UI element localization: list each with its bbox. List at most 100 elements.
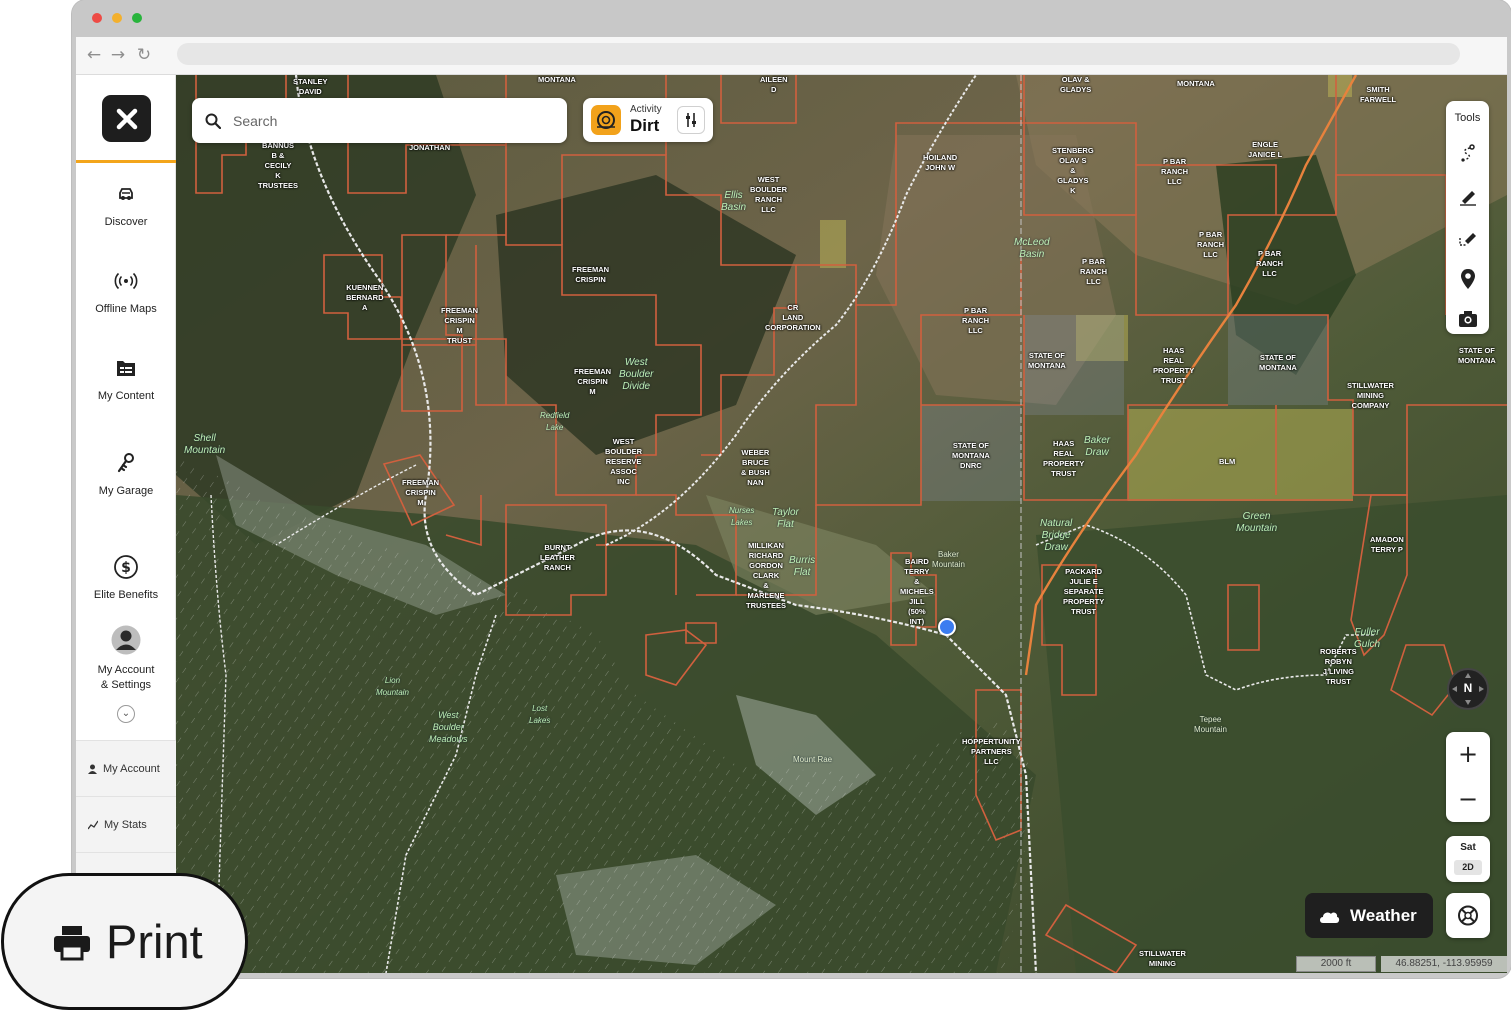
parcel-label[interactable]: FREEMAN CRISPIN — [572, 265, 609, 285]
sidebar-sub-my-account[interactable]: My Account — [76, 740, 176, 796]
reload-icon[interactable]: ↻ — [133, 44, 155, 66]
print-button[interactable]: Print — [1, 873, 248, 1010]
sidebar-sub-my-stats[interactable]: My Stats — [76, 796, 176, 852]
parcel-label[interactable]: ENGLE JANICE L — [1248, 140, 1282, 160]
title-bar — [72, 0, 1511, 37]
parcel-label[interactable]: BURNT LEATHER RANCH — [540, 543, 575, 573]
parcel-label[interactable]: STILLWATER MINING — [1139, 949, 1186, 969]
forward-arrow-icon[interactable]: → — [107, 44, 129, 66]
parcel-label[interactable]: MONTANA — [538, 75, 576, 85]
parcel-label[interactable]: CR LAND CORPORATION — [765, 303, 821, 333]
sidebar-accent-bar — [76, 160, 176, 163]
parcel-label[interactable]: HOPPERTUNITY PARTNERS LLC — [962, 737, 1021, 767]
garage-icon — [117, 453, 134, 473]
parcel-label[interactable]: HOILAND JOHN W — [923, 153, 957, 173]
draw-area-icon[interactable] — [1456, 225, 1480, 249]
layer-label: Sat — [1460, 842, 1476, 853]
parcel-label[interactable]: STANLEY DAVID — [293, 77, 327, 97]
place-label: Natural Bridge Draw — [1040, 518, 1073, 553]
parcel-label[interactable]: P BAR RANCH LLC — [1080, 257, 1107, 287]
crosshair-icon — [1458, 905, 1478, 926]
layer-mode: 2D — [1454, 860, 1482, 875]
peak-label: Mount Rae — [793, 755, 833, 764]
chevron-down-icon[interactable]: ⌄ — [117, 705, 135, 723]
parcel-label[interactable]: P BAR RANCH LLC — [1161, 157, 1188, 187]
camera-icon[interactable] — [1456, 307, 1480, 331]
satellite-map[interactable] — [176, 75, 1507, 973]
parcel-label[interactable]: AMADON TERRY P — [1370, 535, 1404, 555]
sidebar-item-account-settings[interactable]: My Account & Settings — [76, 625, 176, 693]
map-layer-button[interactable]: Sat 2D — [1446, 836, 1490, 882]
parcel-label[interactable]: P BAR RANCH LLC — [1256, 249, 1283, 279]
parcel-label[interactable]: WEST BOULDER RANCH LLC — [750, 175, 787, 215]
parcel-label[interactable]: MILLIKAN RICHARD GORDON CLARK & MARLENE … — [746, 541, 786, 611]
parcel-label[interactable]: STATE OF MONTANA — [1028, 351, 1066, 371]
draw-line-icon[interactable] — [1456, 183, 1480, 207]
current-location-dot[interactable] — [938, 618, 956, 636]
back-arrow-icon[interactable]: ← — [83, 44, 105, 66]
parcel-label[interactable]: MONTANA — [1177, 79, 1215, 89]
sidebar-item-my-garage[interactable]: My Garage — [76, 450, 176, 499]
zoom-in-button[interactable]: + — [1446, 732, 1490, 777]
parcel-label[interactable]: WEBER BRUCE & BUSH NAN — [741, 448, 770, 488]
zoom-out-button[interactable]: − — [1446, 777, 1490, 822]
sidebar-item-discover[interactable]: Discover — [76, 181, 176, 230]
map-view[interactable]: STANLEY DAVID MONTANA AILEEN D OLAV & GL… — [176, 75, 1507, 973]
parcel-label[interactable]: JONATHAN — [409, 143, 450, 153]
parcel-label[interactable]: STATE OF MONTANA — [1458, 346, 1496, 366]
close-menu-button[interactable] — [102, 95, 151, 142]
sidebar-item-my-content[interactable]: My Content — [76, 355, 176, 404]
parcel-label[interactable]: STATE OF MONTANA — [1259, 353, 1297, 373]
parcel-label[interactable]: SMITH FARWELL — [1360, 85, 1396, 105]
parcel-label[interactable]: BANNUS B & CECILY K TRUSTEES — [258, 141, 298, 191]
sidebar-item-label: Discover — [104, 216, 148, 228]
parcel-label[interactable]: HAAS REAL PROPERTY TRUST — [1043, 439, 1084, 479]
place-label: Green Mountain — [1236, 511, 1278, 534]
activity-value: Dirt — [630, 116, 660, 135]
route-icon[interactable] — [1456, 141, 1480, 165]
parcel-label[interactable]: AILEEN D — [760, 75, 788, 95]
parcel-label[interactable]: PACKARD JULIE E SEPARATE PROPERTY TRUST — [1063, 567, 1104, 617]
dirt-activity-icon — [591, 105, 621, 135]
parcel-label[interactable]: BAIRD TERRY & MICHELS JILL (50% INT) — [900, 557, 934, 627]
sidebar-item-offline-maps[interactable]: Offline Maps — [76, 268, 176, 317]
search-input[interactable] — [233, 112, 533, 129]
parcel-label[interactable]: P BAR RANCH LLC — [1197, 230, 1224, 260]
parcel-label[interactable]: STATE OF MONTANA DNRC — [952, 441, 990, 471]
stats-icon — [88, 820, 98, 829]
maximize-window-dot[interactable] — [132, 13, 142, 23]
parcel-label[interactable]: FREEMAN CRISPIN M TRUST — [441, 306, 478, 346]
waypoint-icon[interactable] — [1456, 267, 1480, 291]
place-label: Fuller Gulch — [1354, 627, 1381, 650]
parcel-label[interactable]: ROBERTS ROBYN J LIVING TRUST — [1320, 647, 1357, 687]
activity-selector[interactable]: Activity Dirt — [583, 98, 713, 142]
parcel-label[interactable]: WEST BOULDER RESERVE ASSOC INC — [605, 437, 642, 487]
parcel-label[interactable]: STENBERG OLAV S & GLADYS K — [1052, 146, 1094, 196]
minimize-window-dot[interactable] — [112, 13, 122, 23]
close-window-dot[interactable] — [92, 13, 102, 23]
sidebar-item-elite-benefits[interactable]: $ Elite Benefits — [76, 554, 176, 603]
parcel-label[interactable]: KUENNEN BERNARD A — [346, 283, 384, 313]
parcel-label[interactable]: OLAV & GLADYS — [1060, 75, 1091, 95]
compass-button[interactable]: N — [1447, 668, 1489, 710]
parcel-label[interactable]: BLM — [1219, 457, 1235, 467]
url-field[interactable] — [177, 43, 1460, 65]
weather-button[interactable]: Weather — [1305, 893, 1433, 938]
parcel-label[interactable]: HAAS REAL PROPERTY TRUST — [1153, 346, 1194, 386]
parcel-label[interactable]: STILLWATER MINING COMPANY — [1347, 381, 1394, 411]
sub-item-label: My Stats — [104, 818, 147, 831]
tools-title: Tools — [1454, 112, 1481, 124]
parcel-label[interactable]: FREEMAN CRISPIN M — [402, 478, 439, 508]
coordinates-readout: 46.88251, -113.95959 — [1381, 956, 1507, 972]
place-label: Ellis Basin — [721, 190, 747, 213]
search-box[interactable] — [192, 98, 567, 143]
parcel-label[interactable]: P BAR RANCH LLC — [962, 306, 989, 336]
place-label: West Boulder Meadows — [429, 710, 468, 744]
sidebar-item-label: Elite Benefits — [93, 589, 159, 601]
parcel-label[interactable]: FREEMAN CRISPIN M — [574, 367, 611, 397]
place-label: West Boulder Divide — [619, 357, 654, 392]
recenter-button[interactable] — [1446, 893, 1490, 938]
sidebar-item-label: My Garage — [98, 485, 154, 497]
sidebar: Discover Offline Maps My Content My Gara… — [76, 75, 176, 973]
filter-button[interactable] — [677, 106, 705, 134]
